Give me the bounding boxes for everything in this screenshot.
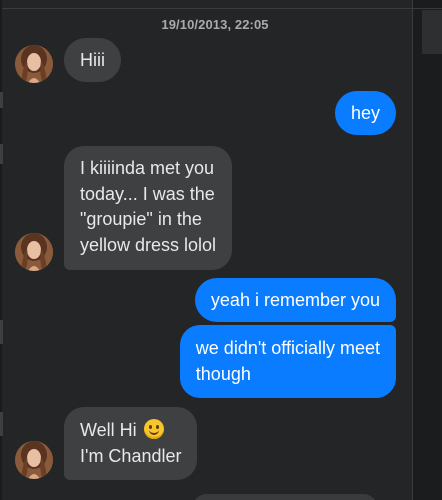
message-bubble-incoming[interactable]: Hiii bbox=[64, 38, 121, 82]
message-bubble-outgoing[interactable]: hey bbox=[334, 91, 396, 135]
slightly-smiling-face-icon bbox=[143, 419, 164, 439]
edge-mark bbox=[0, 320, 3, 344]
contact-avatar[interactable] bbox=[15, 45, 53, 83]
edge-mark bbox=[0, 92, 3, 108]
avatar-photo bbox=[15, 441, 53, 479]
messenger-window: 19/10/2013, 22:05 Hiii hey I kiiiinda me… bbox=[0, 0, 442, 500]
avatar-photo bbox=[15, 45, 53, 83]
divider bbox=[0, 8, 442, 9]
message-text: Hiii bbox=[80, 49, 105, 70]
message-text: hey bbox=[350, 102, 380, 123]
contact-avatar[interactable] bbox=[15, 441, 53, 479]
message-bubble-outgoing[interactable]: yeah i remember you bbox=[194, 278, 396, 322]
conversation-panel[interactable]: 19/10/2013, 22:05 Hiii hey I kiiiinda me… bbox=[2, 0, 413, 500]
message-text: Well Hi bbox=[80, 420, 137, 440]
message-timestamp: 19/10/2013, 22:05 bbox=[161, 17, 269, 32]
edge-mark bbox=[0, 412, 3, 436]
message-bubble-partial[interactable] bbox=[192, 494, 378, 500]
message-bubble-incoming[interactable]: I kiiiinda met you today... I was the "g… bbox=[64, 146, 233, 270]
message-text-line: I kiiiinda met you bbox=[80, 158, 215, 178]
message-text-line: yellow dress lolol bbox=[80, 234, 217, 255]
edge-mark bbox=[0, 144, 3, 164]
message-text-line: we didn't officially meet bbox=[195, 338, 380, 358]
message-text: yeah i remember you bbox=[210, 289, 380, 310]
message-text-line: "groupie" in the bbox=[80, 209, 202, 229]
message-bubble-incoming[interactable]: Well Hi I'm Chandler bbox=[64, 407, 198, 480]
message-text-line: Well Hi bbox=[80, 418, 181, 444]
message-bubble-outgoing[interactable]: we didn't officially meet though bbox=[179, 325, 396, 398]
window-side-panel bbox=[412, 0, 442, 500]
contact-avatar[interactable] bbox=[15, 233, 53, 271]
message-text-line: I'm Chandler bbox=[80, 445, 182, 466]
message-text-line: though bbox=[195, 363, 251, 384]
message-text-line: today... I was the bbox=[80, 183, 215, 204]
avatar-photo bbox=[15, 233, 53, 271]
